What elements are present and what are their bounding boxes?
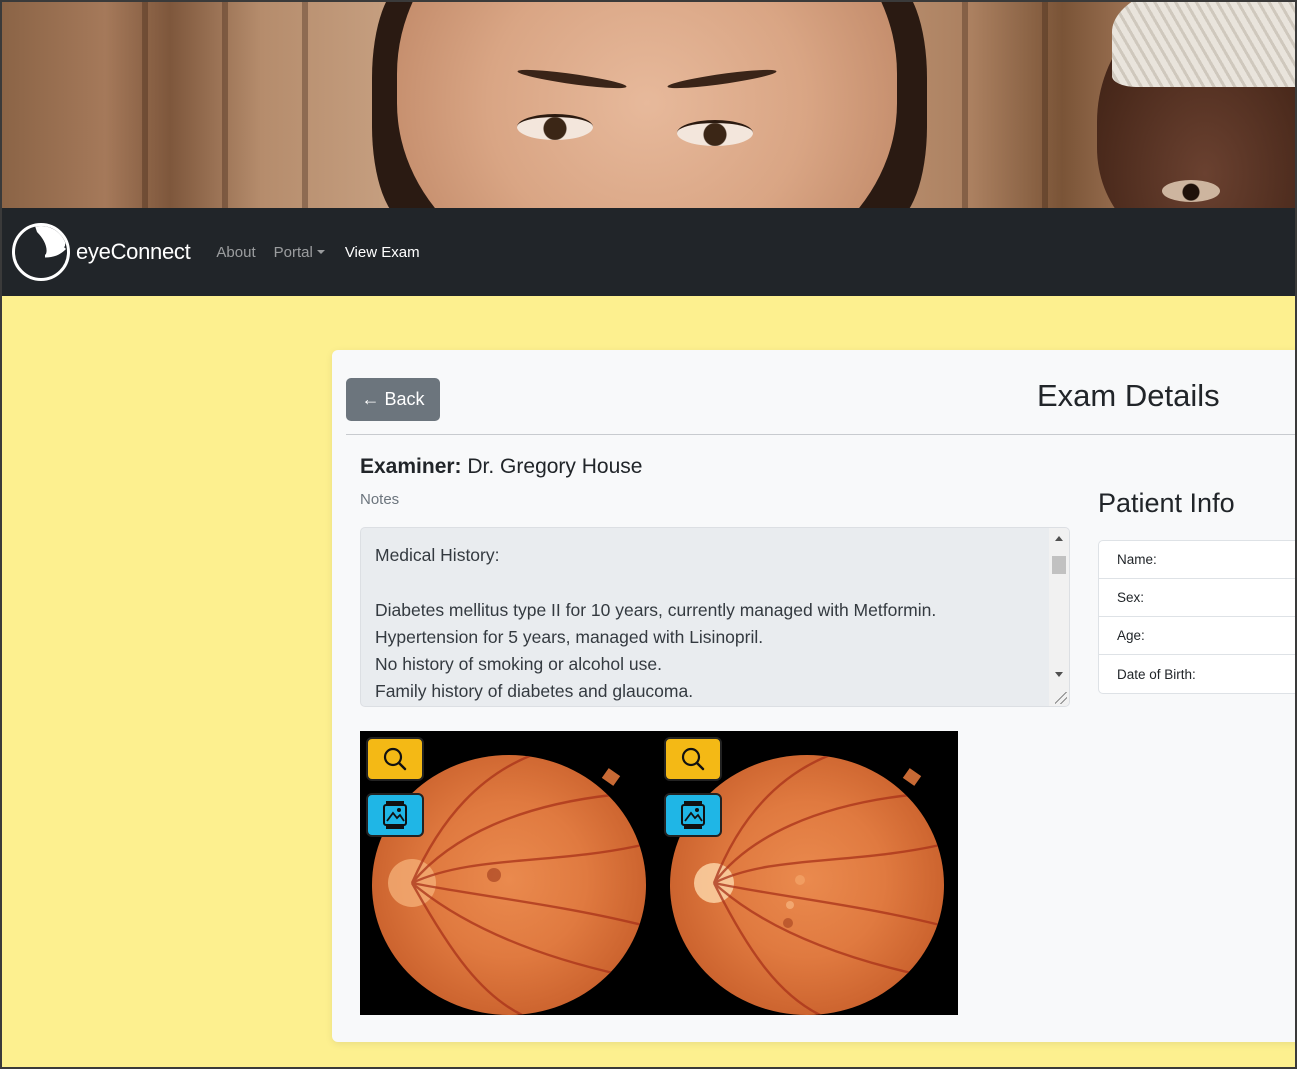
view-image-button-left[interactable] xyxy=(366,793,424,837)
notes-scrollbar[interactable] xyxy=(1049,528,1069,706)
image-icon xyxy=(681,801,705,829)
browser-frame: eyeConnect About Portal View Exam ← Back… xyxy=(0,0,1297,1069)
brand-link[interactable]: eyeConnect xyxy=(12,223,191,281)
scroll-up-arrow-icon[interactable] xyxy=(1055,536,1063,541)
patient-field-name: Name: xyxy=(1099,541,1295,579)
notes-label: Notes xyxy=(360,491,400,508)
hero-banner-image xyxy=(2,2,1295,208)
patient-info-title: Patient Info xyxy=(1098,488,1235,518)
search-icon xyxy=(681,747,705,771)
patient-field-sex: Sex: xyxy=(1099,579,1295,617)
header-divider xyxy=(346,434,1295,435)
examiner-label: Examiner: xyxy=(360,455,462,478)
eyeconnect-logo-icon xyxy=(12,223,70,281)
page-title: Exam Details xyxy=(1037,378,1220,413)
zoom-button-right[interactable] xyxy=(664,737,722,781)
chevron-down-icon xyxy=(316,249,325,254)
back-button[interactable]: ← Back xyxy=(346,378,440,421)
fundus-image-panel xyxy=(360,731,958,1015)
nav-link-about[interactable]: About xyxy=(216,244,255,261)
notes-content: Medical History: Diabetes mellitus type … xyxy=(375,545,937,702)
scroll-thumb[interactable] xyxy=(1052,556,1066,574)
resize-grip-icon[interactable] xyxy=(1055,692,1067,704)
notes-textarea[interactable]: Medical History: Diabetes mellitus type … xyxy=(360,527,1070,707)
search-icon xyxy=(383,747,407,771)
zoom-button-left[interactable] xyxy=(366,737,424,781)
brand-name: eyeConnect xyxy=(76,239,191,264)
examiner-name: Dr. Gregory House xyxy=(467,455,643,478)
exam-details-card: ← Back Exam Details Examiner: Dr. Gregor… xyxy=(332,350,1295,1042)
top-navbar: eyeConnect About Portal View Exam xyxy=(2,208,1295,296)
patient-field-age: Age: xyxy=(1099,617,1295,655)
examiner-line: Examiner: Dr. Gregory House xyxy=(360,455,642,479)
nav-link-view-exam[interactable]: View Exam xyxy=(345,244,420,261)
nav-link-portal[interactable]: Portal xyxy=(274,244,325,261)
nav-link-portal-label: Portal xyxy=(273,243,313,261)
scroll-down-arrow-icon[interactable] xyxy=(1055,672,1063,677)
patient-info-list: Name: Sex: Age: Date of Birth: xyxy=(1098,540,1295,694)
patient-field-dob: Date of Birth: xyxy=(1117,666,1196,682)
image-icon xyxy=(383,801,407,829)
view-image-button-right[interactable] xyxy=(664,793,722,837)
